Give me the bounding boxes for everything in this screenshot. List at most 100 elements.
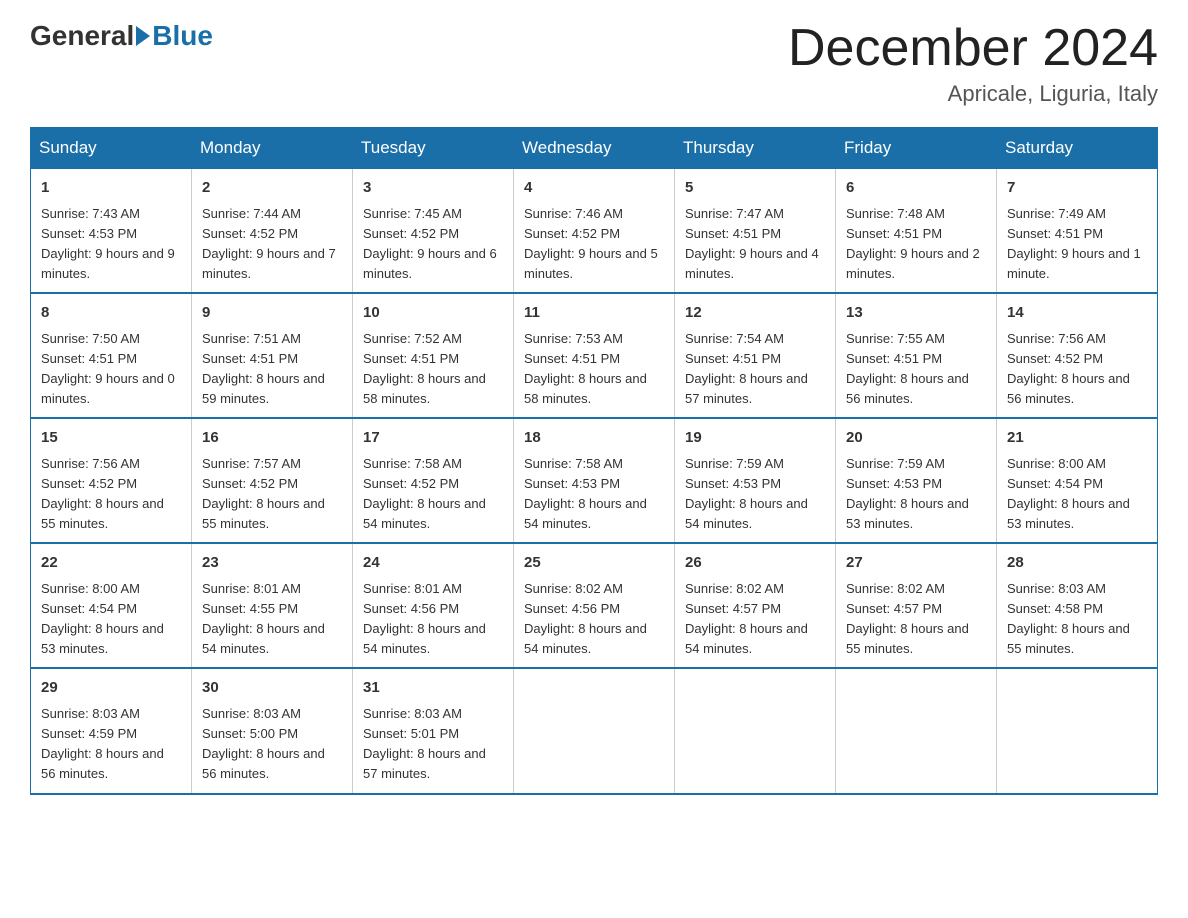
day-info: Sunrise: 7:58 AMSunset: 4:52 PMDaylight:… <box>363 456 486 531</box>
calendar-week-row: 15 Sunrise: 7:56 AMSunset: 4:52 PMDaylig… <box>31 418 1158 543</box>
table-row: 6 Sunrise: 7:48 AMSunset: 4:51 PMDayligh… <box>836 169 997 294</box>
day-number: 19 <box>685 427 825 450</box>
day-info: Sunrise: 7:48 AMSunset: 4:51 PMDaylight:… <box>846 206 980 281</box>
day-info: Sunrise: 7:43 AMSunset: 4:53 PMDaylight:… <box>41 206 175 281</box>
day-number: 5 <box>685 177 825 200</box>
day-number: 11 <box>524 302 664 325</box>
title-area: December 2024 Apricale, Liguria, Italy <box>788 20 1158 107</box>
table-row: 1 Sunrise: 7:43 AMSunset: 4:53 PMDayligh… <box>31 169 192 294</box>
day-info: Sunrise: 7:56 AMSunset: 4:52 PMDaylight:… <box>41 456 164 531</box>
day-number: 29 <box>41 677 181 700</box>
table-row: 28 Sunrise: 8:03 AMSunset: 4:58 PMDaylig… <box>997 543 1158 668</box>
month-title: December 2024 <box>788 20 1158 77</box>
day-number: 7 <box>1007 177 1147 200</box>
calendar-week-row: 22 Sunrise: 8:00 AMSunset: 4:54 PMDaylig… <box>31 543 1158 668</box>
day-number: 26 <box>685 552 825 575</box>
weekday-header-row: Sunday Monday Tuesday Wednesday Thursday… <box>31 128 1158 169</box>
calendar-table: Sunday Monday Tuesday Wednesday Thursday… <box>30 127 1158 794</box>
day-number: 22 <box>41 552 181 575</box>
day-number: 20 <box>846 427 986 450</box>
table-row: 16 Sunrise: 7:57 AMSunset: 4:52 PMDaylig… <box>192 418 353 543</box>
day-number: 13 <box>846 302 986 325</box>
day-info: Sunrise: 8:03 AMSunset: 5:00 PMDaylight:… <box>202 706 325 781</box>
table-row: 31 Sunrise: 8:03 AMSunset: 5:01 PMDaylig… <box>353 668 514 793</box>
day-number: 15 <box>41 427 181 450</box>
header-saturday: Saturday <box>997 128 1158 169</box>
day-info: Sunrise: 7:57 AMSunset: 4:52 PMDaylight:… <box>202 456 325 531</box>
table-row: 2 Sunrise: 7:44 AMSunset: 4:52 PMDayligh… <box>192 169 353 294</box>
day-number: 3 <box>363 177 503 200</box>
table-row: 8 Sunrise: 7:50 AMSunset: 4:51 PMDayligh… <box>31 293 192 418</box>
day-info: Sunrise: 7:56 AMSunset: 4:52 PMDaylight:… <box>1007 331 1130 406</box>
header-wednesday: Wednesday <box>514 128 675 169</box>
day-number: 24 <box>363 552 503 575</box>
day-info: Sunrise: 7:46 AMSunset: 4:52 PMDaylight:… <box>524 206 658 281</box>
table-row: 27 Sunrise: 8:02 AMSunset: 4:57 PMDaylig… <box>836 543 997 668</box>
day-number: 30 <box>202 677 342 700</box>
day-number: 21 <box>1007 427 1147 450</box>
day-number: 16 <box>202 427 342 450</box>
day-info: Sunrise: 7:55 AMSunset: 4:51 PMDaylight:… <box>846 331 969 406</box>
day-info: Sunrise: 8:02 AMSunset: 4:57 PMDaylight:… <box>846 581 969 656</box>
day-number: 17 <box>363 427 503 450</box>
day-number: 25 <box>524 552 664 575</box>
header-monday: Monday <box>192 128 353 169</box>
day-info: Sunrise: 7:59 AMSunset: 4:53 PMDaylight:… <box>846 456 969 531</box>
day-info: Sunrise: 8:00 AMSunset: 4:54 PMDaylight:… <box>41 581 164 656</box>
day-number: 8 <box>41 302 181 325</box>
table-row: 22 Sunrise: 8:00 AMSunset: 4:54 PMDaylig… <box>31 543 192 668</box>
day-number: 18 <box>524 427 664 450</box>
table-row: 25 Sunrise: 8:02 AMSunset: 4:56 PMDaylig… <box>514 543 675 668</box>
day-number: 9 <box>202 302 342 325</box>
day-info: Sunrise: 8:01 AMSunset: 4:56 PMDaylight:… <box>363 581 486 656</box>
logo-arrow-icon <box>136 26 150 46</box>
table-row: 20 Sunrise: 7:59 AMSunset: 4:53 PMDaylig… <box>836 418 997 543</box>
day-info: Sunrise: 7:59 AMSunset: 4:53 PMDaylight:… <box>685 456 808 531</box>
table-row: 9 Sunrise: 7:51 AMSunset: 4:51 PMDayligh… <box>192 293 353 418</box>
header-sunday: Sunday <box>31 128 192 169</box>
day-info: Sunrise: 8:01 AMSunset: 4:55 PMDaylight:… <box>202 581 325 656</box>
day-info: Sunrise: 7:58 AMSunset: 4:53 PMDaylight:… <box>524 456 647 531</box>
table-row <box>675 668 836 793</box>
table-row: 29 Sunrise: 8:03 AMSunset: 4:59 PMDaylig… <box>31 668 192 793</box>
day-info: Sunrise: 7:47 AMSunset: 4:51 PMDaylight:… <box>685 206 819 281</box>
table-row: 14 Sunrise: 7:56 AMSunset: 4:52 PMDaylig… <box>997 293 1158 418</box>
table-row: 13 Sunrise: 7:55 AMSunset: 4:51 PMDaylig… <box>836 293 997 418</box>
day-number: 4 <box>524 177 664 200</box>
logo-blue-text: Blue <box>152 20 213 52</box>
table-row: 30 Sunrise: 8:03 AMSunset: 5:00 PMDaylig… <box>192 668 353 793</box>
table-row: 21 Sunrise: 8:00 AMSunset: 4:54 PMDaylig… <box>997 418 1158 543</box>
calendar-week-row: 1 Sunrise: 7:43 AMSunset: 4:53 PMDayligh… <box>31 169 1158 294</box>
day-info: Sunrise: 7:52 AMSunset: 4:51 PMDaylight:… <box>363 331 486 406</box>
day-number: 2 <box>202 177 342 200</box>
day-info: Sunrise: 8:03 AMSunset: 4:58 PMDaylight:… <box>1007 581 1130 656</box>
table-row <box>836 668 997 793</box>
table-row: 23 Sunrise: 8:01 AMSunset: 4:55 PMDaylig… <box>192 543 353 668</box>
table-row: 17 Sunrise: 7:58 AMSunset: 4:52 PMDaylig… <box>353 418 514 543</box>
day-info: Sunrise: 8:03 AMSunset: 4:59 PMDaylight:… <box>41 706 164 781</box>
table-row: 11 Sunrise: 7:53 AMSunset: 4:51 PMDaylig… <box>514 293 675 418</box>
table-row: 7 Sunrise: 7:49 AMSunset: 4:51 PMDayligh… <box>997 169 1158 294</box>
day-info: Sunrise: 7:45 AMSunset: 4:52 PMDaylight:… <box>363 206 497 281</box>
table-row: 4 Sunrise: 7:46 AMSunset: 4:52 PMDayligh… <box>514 169 675 294</box>
day-info: Sunrise: 8:02 AMSunset: 4:56 PMDaylight:… <box>524 581 647 656</box>
day-info: Sunrise: 8:02 AMSunset: 4:57 PMDaylight:… <box>685 581 808 656</box>
calendar-week-row: 8 Sunrise: 7:50 AMSunset: 4:51 PMDayligh… <box>31 293 1158 418</box>
page-header: General Blue December 2024 Apricale, Lig… <box>30 20 1158 107</box>
table-row: 10 Sunrise: 7:52 AMSunset: 4:51 PMDaylig… <box>353 293 514 418</box>
location-subtitle: Apricale, Liguria, Italy <box>788 81 1158 107</box>
header-thursday: Thursday <box>675 128 836 169</box>
header-friday: Friday <box>836 128 997 169</box>
logo: General Blue <box>30 20 213 52</box>
table-row: 18 Sunrise: 7:58 AMSunset: 4:53 PMDaylig… <box>514 418 675 543</box>
day-info: Sunrise: 7:49 AMSunset: 4:51 PMDaylight:… <box>1007 206 1141 281</box>
day-number: 28 <box>1007 552 1147 575</box>
day-number: 27 <box>846 552 986 575</box>
day-number: 31 <box>363 677 503 700</box>
table-row: 19 Sunrise: 7:59 AMSunset: 4:53 PMDaylig… <box>675 418 836 543</box>
table-row: 5 Sunrise: 7:47 AMSunset: 4:51 PMDayligh… <box>675 169 836 294</box>
table-row: 12 Sunrise: 7:54 AMSunset: 4:51 PMDaylig… <box>675 293 836 418</box>
table-row: 15 Sunrise: 7:56 AMSunset: 4:52 PMDaylig… <box>31 418 192 543</box>
logo-general-text: General <box>30 20 134 52</box>
day-info: Sunrise: 7:50 AMSunset: 4:51 PMDaylight:… <box>41 331 175 406</box>
